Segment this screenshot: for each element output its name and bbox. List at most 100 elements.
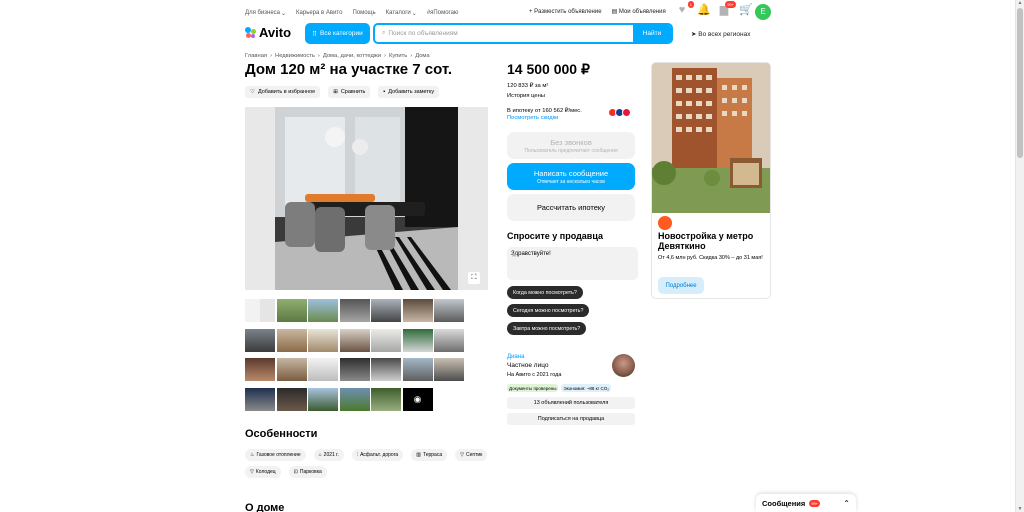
feature-label: 2021 г. <box>323 452 339 458</box>
nav-link-catalogs[interactable]: Каталоги <box>386 10 411 16</box>
search-button[interactable]: Найти <box>633 25 671 42</box>
feature-label: Септик <box>465 452 483 458</box>
thumbnail[interactable] <box>276 387 307 411</box>
kitchen-photo <box>245 107 488 290</box>
thumbnail[interactable] <box>308 387 338 411</box>
thumbnail[interactable] <box>245 358 275 381</box>
price-per-m2: 120 833 ₽ за м² <box>507 83 549 89</box>
messages-widget[interactable]: Сообщения 99+ ⌃ <box>756 494 856 512</box>
bell-icon[interactable]: 🔔 <box>697 4 711 16</box>
house-icon: ⌂ <box>318 452 322 458</box>
place-ad-link[interactable]: + Разместить объявление <box>529 9 602 15</box>
thumbnail[interactable] <box>371 328 401 352</box>
building-illustration <box>652 63 770 213</box>
scroll-up-icon[interactable]: ▲ <box>1017 0 1023 6</box>
page-scrollbar[interactable]: ▲ ▼ <box>1015 0 1024 512</box>
heart-icon: ♡ <box>250 89 255 95</box>
thumbnail[interactable] <box>371 387 401 411</box>
subscribe-button[interactable]: Подписаться на продавца <box>507 413 635 425</box>
thumbnail-more[interactable]: ◉ <box>402 387 433 411</box>
thumbnail[interactable] <box>339 299 370 322</box>
thumbnail[interactable] <box>308 299 338 322</box>
all-categories-button[interactable]: ⠿ Все категории <box>305 23 370 44</box>
add-note-button[interactable]: ▪ Добавить заметку <box>378 86 440 98</box>
thumbnail[interactable] <box>276 328 307 352</box>
feature-label: Терраса <box>422 452 443 458</box>
user-avatar[interactable]: E <box>755 4 771 20</box>
thumbnail[interactable] <box>276 299 307 322</box>
thumbnail[interactable] <box>434 358 464 381</box>
quick-question-button[interactable]: Сегодня можно посмотреть? <box>507 304 590 317</box>
thumbnail[interactable] <box>402 358 433 381</box>
write-message-button[interactable]: Написать сообщение Отвечает за несколько… <box>507 163 635 190</box>
feature-label: Асфальт. дорога <box>360 452 399 458</box>
breadcrumb-sep: › <box>384 53 386 59</box>
main-photo[interactable]: ⛶ <box>245 107 488 290</box>
send-icon[interactable]: ➤ <box>511 251 633 259</box>
thumbnail[interactable] <box>434 299 464 322</box>
mortgage-calc-label: Рассчитать ипотеку <box>536 203 606 212</box>
top-nav: Для бизнеса ⌄ Карьера в Авито Помощь Ката… <box>245 8 458 18</box>
region-selector[interactable]: ➤ Во всех регионах <box>691 30 750 38</box>
thumbnail[interactable] <box>402 328 433 352</box>
breadcrumb-item[interactable]: Недвижимость <box>275 53 315 59</box>
my-ads-link[interactable]: ▤ Мои объявления <box>612 8 666 15</box>
feature-chip: ⌂ 2021 г. <box>313 449 344 461</box>
place-ad-label: Разместить объявление <box>534 8 602 15</box>
search-input[interactable]: Поиск по объявлениям <box>388 30 633 37</box>
avito-logo[interactable]: Avito <box>245 25 291 40</box>
breadcrumb-sep: › <box>410 53 413 59</box>
nav-link-business[interactable]: Для бизнеса <box>245 10 280 16</box>
compare-button[interactable]: ⊞ Сравнить <box>328 86 371 98</box>
add-favorite-button[interactable]: ♡ Добавить в избранное <box>245 86 321 98</box>
breadcrumb-item[interactable]: Главная <box>245 53 267 59</box>
feature-label: Колодец <box>255 469 276 475</box>
seller-name[interactable]: Диана <box>507 354 524 360</box>
nav-link-help[interactable]: Помощь <box>352 10 375 16</box>
nav-link-career[interactable]: Карьера в Авито <box>296 10 342 16</box>
discounts-link[interactable]: Посмотреть скидки <box>507 115 558 121</box>
thumbnail[interactable] <box>308 328 338 352</box>
thumbnail[interactable] <box>308 358 338 381</box>
chevron-up-icon[interactable]: ⌃ <box>843 499 850 508</box>
thumbnail[interactable] <box>245 387 275 411</box>
ad-details-button[interactable]: Подробнее <box>658 277 704 294</box>
breadcrumb-item[interactable]: Дома, дачи, коттеджи <box>323 53 381 59</box>
nav-link-help-hashtag[interactable]: #яПомогаю <box>427 10 459 16</box>
road-icon: ⫶ <box>356 452 359 458</box>
chat-icon[interactable]: ▆ 99+ <box>718 1 736 16</box>
thumbnail[interactable] <box>371 358 401 381</box>
thumbnail[interactable] <box>402 299 433 322</box>
features-heading: Особенности <box>245 428 318 440</box>
quick-question-button[interactable]: Завтра можно посмотреть? <box>507 322 587 335</box>
cart-icon[interactable]: 🛒 <box>739 4 753 16</box>
feature-chip: ⊡ Парковка <box>288 466 327 478</box>
thumbnail[interactable] <box>339 358 370 381</box>
parking-icon: ⊡ <box>293 469 298 475</box>
messages-label: Сообщения <box>762 498 806 508</box>
thumbnail[interactable] <box>245 299 275 322</box>
ad-card[interactable] <box>651 62 771 299</box>
feature-label: Газовое отопление <box>256 452 301 458</box>
ad-title[interactable]: Новостройка у метро Девяткино <box>658 231 768 251</box>
thumbnail[interactable] <box>245 328 275 352</box>
scroll-down-icon[interactable]: ▼ <box>1017 506 1023 512</box>
mortgage-calc-button[interactable]: Рассчитать ипотеку <box>507 194 635 221</box>
thumbnail[interactable] <box>434 328 464 352</box>
fullscreen-icon[interactable]: ⛶ <box>468 272 480 284</box>
thumbnail[interactable] <box>276 358 307 381</box>
price-history-link[interactable]: История цены <box>507 93 545 99</box>
scrollbar-thumb[interactable] <box>1017 8 1023 158</box>
thumbnail[interactable] <box>371 299 401 322</box>
my-ads-label: Мои объявления <box>618 9 666 15</box>
thumbnail[interactable] <box>339 387 370 411</box>
message-input[interactable]: Здравствуйте! ➤ <box>507 247 638 280</box>
heart-icon[interactable]: ♥ 1 <box>676 1 694 16</box>
quick-question-button[interactable]: Когда можно посмотреть? <box>507 286 583 299</box>
feature-chip: ⫶ Асфальт. дорога <box>351 449 404 461</box>
thumbnail[interactable] <box>339 328 370 352</box>
breadcrumb-item[interactable]: Купить <box>389 53 407 59</box>
seller-ads-link[interactable]: 13 объявлений пользователя <box>507 397 635 409</box>
breadcrumb-item[interactable]: Дома <box>415 53 429 59</box>
seller-avatar[interactable] <box>612 354 635 377</box>
